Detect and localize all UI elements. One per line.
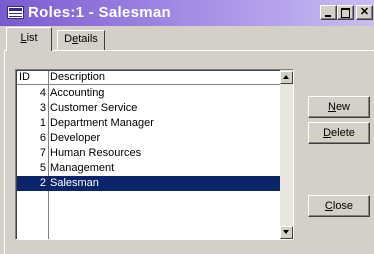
role-id: 1 <box>39 117 46 129</box>
role-id: 2 <box>39 177 46 189</box>
role-description: Management <box>50 162 115 174</box>
list-item[interactable]: 6 Developer <box>17 131 280 146</box>
role-id: 3 <box>39 102 46 114</box>
window-title: Roles:1 - Salesman <box>28 4 171 21</box>
list-item[interactable]: 3 Customer Service <box>17 101 280 116</box>
table-icon[interactable] <box>7 6 24 19</box>
role-id: 6 <box>39 132 46 144</box>
list-item[interactable]: 1 Department Manager <box>17 116 280 131</box>
role-description: Human Resources <box>50 147 142 159</box>
list-item[interactable]: 4 Accounting <box>17 86 280 101</box>
list-item-selected[interactable]: 2 Salesman <box>17 176 280 191</box>
column-header-description[interactable]: Description <box>50 71 105 84</box>
role-description: Salesman <box>50 177 99 189</box>
vertical-scrollbar[interactable] <box>280 70 293 239</box>
tab-list-label: List <box>20 32 38 44</box>
role-id: 4 <box>39 87 46 99</box>
role-description: Customer Service <box>50 102 138 114</box>
roles-list[interactable]: ID Description 4 Accounting 3 Customer S… <box>15 69 294 240</box>
tab-details-label: Details <box>64 33 98 45</box>
role-description: Developer <box>50 132 101 144</box>
maximize-button[interactable] <box>337 5 354 20</box>
close-button[interactable]: Close <box>308 195 370 217</box>
close-window-button[interactable]: ✕ <box>356 5 373 20</box>
scroll-up-arrow-icon[interactable] <box>280 71 293 84</box>
minimize-button[interactable] <box>320 5 337 20</box>
role-description: Accounting <box>50 87 105 99</box>
tab-list[interactable]: List <box>6 27 52 51</box>
list-item[interactable]: 7 Human Resources <box>17 146 280 161</box>
tab-details[interactable]: Details <box>57 30 105 50</box>
scroll-down-arrow-icon[interactable] <box>280 226 293 239</box>
column-header-id[interactable]: ID <box>19 71 30 84</box>
delete-button[interactable]: Delete <box>308 122 370 144</box>
list-item[interactable]: 5 Management <box>17 161 280 176</box>
title-bar[interactable]: Roles:1 - Salesman ✕ <box>0 0 374 26</box>
list-header: ID Description <box>17 71 281 85</box>
new-button[interactable]: New <box>308 96 370 118</box>
role-id: 5 <box>39 162 46 174</box>
role-id: 7 <box>39 147 46 159</box>
role-description: Department Manager <box>50 117 154 129</box>
